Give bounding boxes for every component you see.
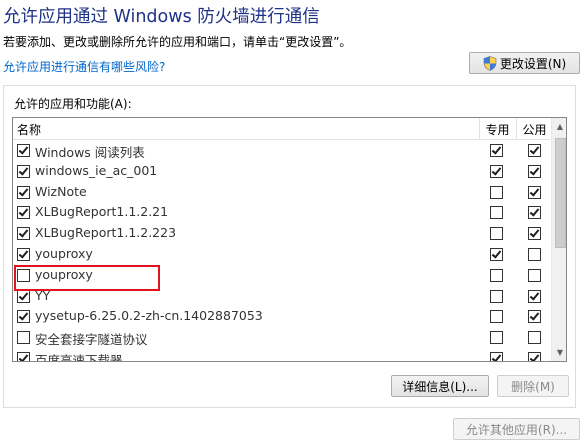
app-row[interactable]: 安全套接字隧道协议: [13, 327, 550, 348]
private-checkbox[interactable]: [490, 164, 503, 178]
app-row[interactable]: youproxy: [13, 244, 550, 265]
app-name: XLBugReport1.1.2.21: [35, 204, 169, 220]
private-checkbox[interactable]: [490, 351, 503, 361]
app-row[interactable]: windows_ie_ac_001: [13, 161, 550, 182]
details-button[interactable]: 详细信息(L)...: [391, 375, 489, 397]
app-row[interactable]: XLBugReport1.1.2.223: [13, 223, 550, 244]
app-row[interactable]: YY: [13, 286, 550, 307]
app-enabled-checkbox[interactable]: [17, 289, 30, 303]
app-enabled-checkbox[interactable]: [17, 185, 30, 199]
public-checkbox[interactable]: [528, 351, 541, 361]
app-row[interactable]: Windows 阅读列表: [13, 140, 550, 161]
public-checkbox[interactable]: [528, 185, 541, 199]
public-checkbox[interactable]: [528, 227, 541, 241]
app-name: 安全套接字隧道协议: [35, 332, 148, 348]
private-checkbox[interactable]: [490, 227, 503, 241]
private-checkbox[interactable]: [490, 206, 503, 220]
public-checkbox[interactable]: [528, 289, 541, 303]
app-enabled-checkbox[interactable]: [17, 247, 30, 261]
private-checkbox[interactable]: [490, 268, 503, 282]
app-name: youproxy: [35, 266, 93, 282]
app-row[interactable]: youproxy: [13, 265, 550, 286]
scroll-down-arrow-icon[interactable]: ▼: [552, 344, 566, 361]
public-checkbox[interactable]: [528, 331, 541, 345]
app-enabled-checkbox[interactable]: [17, 331, 30, 345]
app-name: YY: [35, 287, 51, 303]
scroll-up-arrow-icon[interactable]: ▲: [552, 118, 566, 135]
app-enabled-checkbox[interactable]: [17, 206, 30, 220]
app-enabled-checkbox[interactable]: [17, 227, 30, 241]
public-checkbox[interactable]: [528, 310, 541, 324]
page-description: 若要添加、更改或删除所允许的应用和端口，请单击“更改设置”。: [3, 35, 352, 49]
allowed-apps-list[interactable]: 名称 专用 公用 Windows 阅读列表 windows_ie_ac_001 Wi…: [12, 117, 567, 362]
app-name: windows_ie_ac_001: [35, 162, 158, 178]
app-enabled-checkbox[interactable]: [17, 351, 30, 361]
app-name: yysetup-6.25.0.2-zh-cn.1402887053: [35, 308, 263, 324]
app-enabled-checkbox[interactable]: [17, 268, 30, 282]
public-checkbox[interactable]: [528, 206, 541, 220]
private-checkbox[interactable]: [490, 247, 503, 261]
private-checkbox[interactable]: [490, 185, 503, 199]
list-header: 名称 专用 公用: [13, 118, 550, 140]
allow-other-app-button[interactable]: 允许其他应用(R)...: [453, 418, 580, 440]
column-private-header[interactable]: 专用: [479, 121, 516, 138]
public-checkbox[interactable]: [528, 164, 541, 178]
app-name: 百度高速下载器: [35, 352, 123, 362]
app-row[interactable]: XLBugReport1.1.2.21: [13, 202, 550, 223]
public-checkbox[interactable]: [528, 247, 541, 261]
page-title: 允许应用通过 Windows 防火墙进行通信: [3, 7, 320, 27]
app-name: youproxy: [35, 245, 93, 261]
app-enabled-checkbox[interactable]: [17, 144, 30, 157]
public-checkbox[interactable]: [528, 144, 541, 157]
app-row[interactable]: 百度高速下载器: [13, 348, 550, 362]
app-rows: Windows 阅读列表 windows_ie_ac_001 WizNote XLBu…: [13, 140, 550, 362]
app-row[interactable]: WizNote: [13, 182, 550, 203]
public-checkbox[interactable]: [528, 268, 541, 282]
app-name: Windows 阅读列表: [35, 145, 145, 160]
app-name: WizNote: [35, 183, 87, 199]
change-settings-label: 更改设置(N): [499, 56, 567, 71]
change-settings-button[interactable]: 更改设置(N): [469, 52, 580, 74]
private-checkbox[interactable]: [490, 331, 503, 345]
list-scrollbar[interactable]: ▲ ▼: [551, 118, 566, 361]
column-name-header[interactable]: 名称: [17, 121, 41, 138]
app-enabled-checkbox[interactable]: [17, 164, 30, 178]
scroll-thumb[interactable]: [555, 138, 566, 248]
delete-button[interactable]: 删除(M): [497, 375, 569, 397]
app-enabled-checkbox[interactable]: [17, 310, 30, 324]
private-checkbox[interactable]: [490, 289, 503, 303]
column-public-header[interactable]: 公用: [516, 121, 553, 138]
private-checkbox[interactable]: [490, 310, 503, 324]
app-row[interactable]: yysetup-6.25.0.2-zh-cn.1402887053: [13, 306, 550, 327]
app-name: XLBugReport1.1.2.223: [35, 225, 177, 241]
allowed-apps-label: 允许的应用和功能(A):: [14, 97, 132, 111]
uac-shield-icon: [483, 55, 497, 71]
private-checkbox[interactable]: [490, 144, 503, 157]
allowed-apps-group: 允许的应用和功能(A): 名称 专用 公用 Windows 阅读列表 window…: [3, 85, 576, 408]
risk-link[interactable]: 允许应用进行通信有哪些风险?: [3, 58, 165, 75]
